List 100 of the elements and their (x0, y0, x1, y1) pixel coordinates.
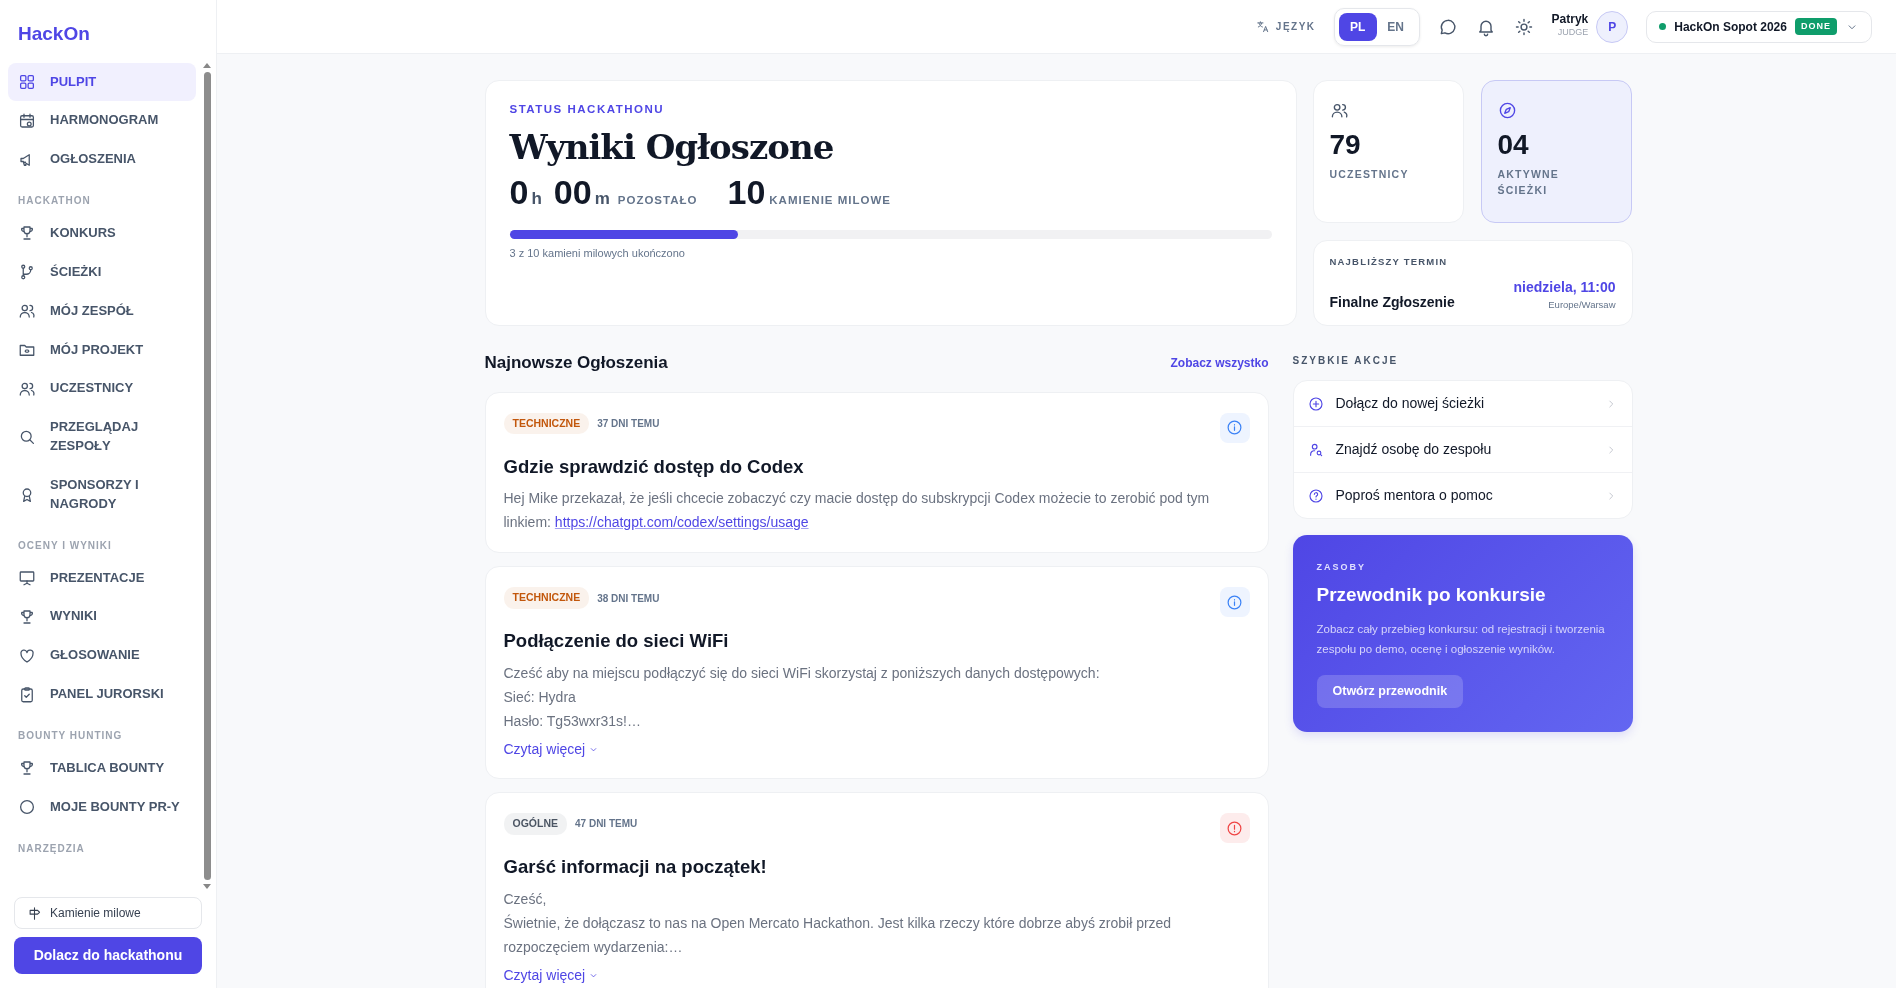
see-all-link[interactable]: Zobacz wszystko (1170, 353, 1269, 372)
eyebrow-label: ZASOBY (1316, 561, 1367, 574)
announcement-text: Hasło: Tg53wxr31s!… (503, 712, 642, 731)
category-tag: TECHNICZNE (503, 412, 590, 435)
sidebar-item[interactable]: WYNIKI (8, 597, 196, 637)
info-icon (1226, 419, 1243, 436)
language-toggle[interactable]: PL (1338, 12, 1377, 41)
translate-icon (1255, 19, 1270, 34)
category-tag: TECHNICZNE (503, 587, 590, 609)
plus-icon (1307, 395, 1324, 412)
announcement-text: Hej Mike przekazał, że jeśli chcecie zobaczyć czy macie dostęp do subskrypcji Codex możecie to zerobić pod tym linkiem: https://chatgpt.com/codex/settings/usage (503, 489, 1211, 533)
sidebar-item[interactable]: GŁOSOWANIE (8, 636, 196, 676)
language-label: JĘZYK (1255, 19, 1316, 34)
eyebrow-label: STATUS HACKATHONU (509, 102, 666, 117)
quick-action-item[interactable]: Poproś mentora o pomoc (1293, 472, 1632, 518)
post-age: 47 DNI TEMU (575, 817, 638, 832)
url-link[interactable]: https://chatgpt.com/codex/settings/usage (554, 514, 809, 531)
unit-label: h (531, 188, 542, 211)
question-icon (1307, 487, 1324, 504)
deadline-name: Finalne Zgłoszenie (1329, 292, 1455, 312)
sun-icon[interactable] (1513, 17, 1534, 38)
search-icon (18, 428, 36, 447)
trophy-icon (18, 607, 36, 626)
sidebar-item[interactable]: PANEL JURORSKI (8, 675, 196, 714)
quick-action-item[interactable]: Znajdź osobę do zespołu (1293, 426, 1632, 472)
trophy-icon (18, 759, 36, 778)
section-heading: HACKATHON (17, 194, 92, 209)
section-title: Najnowsze Ogłoszenia (484, 352, 668, 374)
milestones-value: 10 (727, 175, 766, 210)
sidebar-item[interactable]: HARMONOGRAM (8, 101, 196, 141)
announcement-title: Podłączenie do sieci WiFi (503, 629, 730, 654)
progress-caption: 3 z 10 kamieni milowych ukończono (509, 245, 686, 261)
sidebar-item[interactable]: MÓJ PROJEKT (8, 330, 196, 370)
stat-label: UCZESTNICY (1329, 166, 1410, 182)
brand-logo[interactable]: HackOn (0, 0, 216, 63)
announcement-title: Gdzie sprawdzić dostęp do Codex (503, 454, 805, 479)
compass-icon (1497, 100, 1517, 120)
section-heading: OCENY I WYNIKI (17, 538, 113, 553)
section-heading: NARZĘDZIA (17, 841, 86, 856)
stat-value: 79 (1329, 128, 1362, 162)
circle-icon (18, 798, 36, 817)
announcement-text: Cześć, (503, 889, 548, 909)
section-heading: BOUNTY HUNTING (17, 729, 124, 743)
sidebar-item[interactable]: SPONSORZY I NAGRODY (8, 465, 196, 524)
unit-label: m (594, 188, 610, 211)
open-guide-button[interactable]: Otwórz przewodnik (1316, 675, 1464, 708)
milestones-button[interactable]: Kamienie milowe (14, 897, 202, 929)
read-more-link[interactable]: Czytaj więcej (503, 964, 600, 986)
resource-text: Zobacz cały przebieg konkursu: od rejestracji i tworzenia zespołu po demo, ocenę i ogłoszenie wyników. (1316, 622, 1606, 657)
deadline-time: niedziela, 11:00 (1513, 278, 1616, 298)
deadline-heading: NAJBLIŻSZY TERMIN (1329, 255, 1449, 269)
category-tag: OGÓLNE (503, 813, 567, 835)
timezone-label: Europe/Warsaw (1547, 298, 1616, 313)
status-dot (1659, 23, 1667, 30)
calendar-icon (18, 111, 36, 130)
status-badge: DONE (1795, 17, 1837, 36)
post-age: 37 DNI TEMU (597, 416, 660, 431)
status-title: Wyniki Ogłoszone (509, 126, 835, 170)
event-selector[interactable]: HackOn Sopot 2026 DONE (1646, 10, 1872, 43)
sidebar-item[interactable]: UCZESTNICY (8, 369, 196, 409)
quick-action-item[interactable]: Dołącz do nowej ścieżki (1293, 381, 1632, 426)
user-name: Patryk (1551, 13, 1589, 27)
announcement-text: Świetnie, że dołączasz to nas na Open Mercato Hackathon. Jest kilka rzeczy które dobrze abyś zrobił przed rozpoczęciem wydarzenia:… (503, 913, 1173, 957)
avatar[interactable]: P (1596, 10, 1629, 43)
hours-value: 0 (509, 175, 529, 210)
resource-title: Przewodnik po konkursie (1316, 582, 1547, 607)
sidebar-item[interactable]: KONKURS (8, 214, 196, 253)
heart-icon (18, 646, 36, 665)
announcement-text: Cześć aby na miejscu podłączyć się do sieci WiFi skorzystaj z poniższych danych dostępowych: (503, 664, 1101, 683)
remaining-label: POZOSTAŁO (617, 193, 698, 209)
announcement-title: Garść informacji na początek! (503, 855, 768, 879)
user-role: JUDGE (1556, 26, 1589, 40)
read-more-link[interactable]: Czytaj więcej (503, 739, 600, 760)
sidebar-item[interactable]: PULPIT (8, 62, 196, 102)
branch-icon (18, 263, 36, 282)
stat-value: 04 (1497, 128, 1530, 162)
minutes-value: 00 (553, 175, 592, 210)
sidebar-item[interactable]: MOJE BOUNTY PR-Y (8, 787, 196, 827)
join-button[interactable]: Dolacz do hackathonu (14, 937, 202, 974)
easel-icon (18, 569, 36, 588)
signpost-icon (27, 905, 42, 921)
post-age: 38 DNI TEMU (597, 591, 660, 606)
clipboard-icon (18, 685, 36, 704)
grid-icon (18, 72, 36, 91)
sidebar-item[interactable]: MÓJ ZESPÓŁ (8, 291, 196, 331)
sidebar-item[interactable]: TABLICA BOUNTY (8, 749, 196, 788)
person-search-icon (1307, 441, 1324, 458)
sidebar-item[interactable]: PRZEGLĄDAJ ZESPOŁY (8, 408, 196, 466)
info-icon (1226, 593, 1243, 611)
sidebar-item[interactable]: OGŁOSZENIA (8, 140, 196, 180)
alert-icon (1226, 819, 1243, 837)
announcement-text: Sieć: Hydra (503, 688, 577, 707)
milestones-label: KAMIENIE MILOWE (769, 193, 891, 209)
sidebar-item[interactable]: PREZENTACJE (8, 558, 196, 598)
language-toggle[interactable]: EN (1376, 12, 1415, 41)
people-icon (18, 302, 36, 321)
stat-label: AKTYWNE ŚCIEŻKI (1497, 166, 1560, 199)
scrollbar[interactable] (202, 62, 212, 889)
trophy-icon (18, 224, 36, 243)
sidebar-item[interactable]: ŚCIEŻKI (8, 252, 196, 292)
